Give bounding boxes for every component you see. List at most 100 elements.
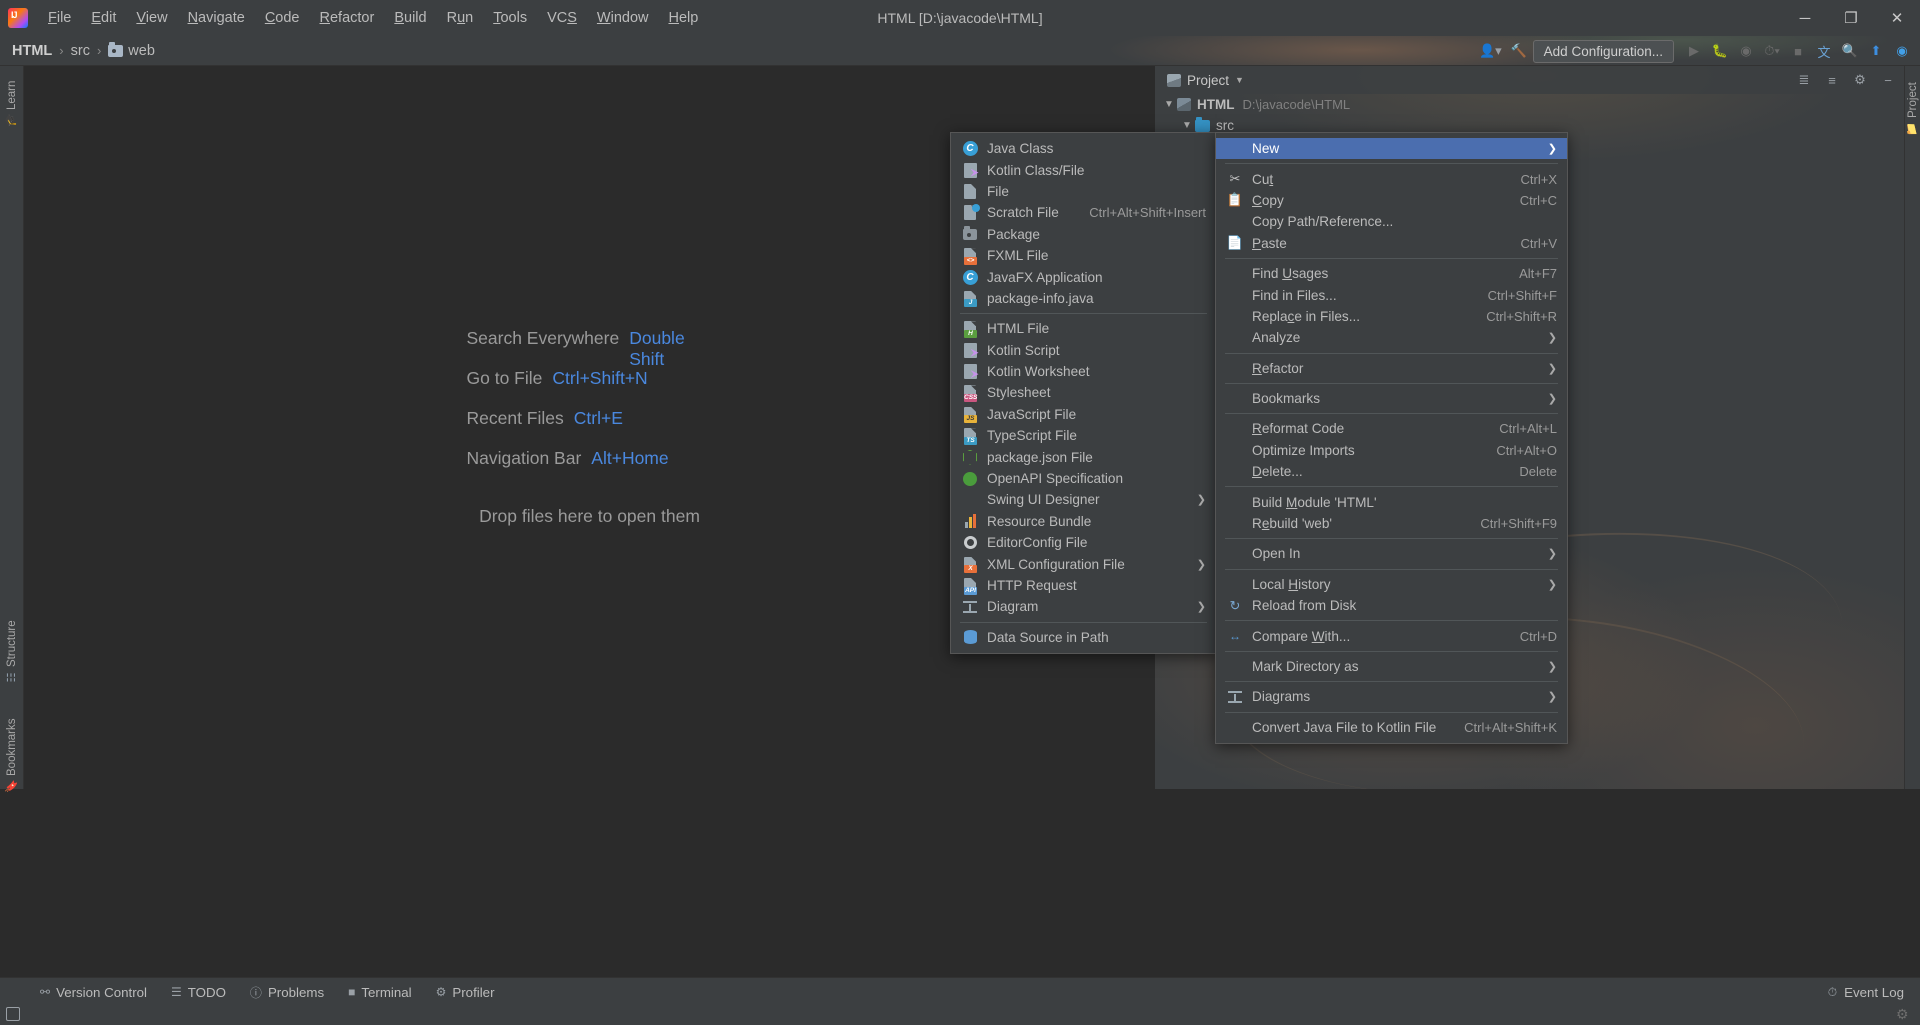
ide-feature-icon[interactable]: ◉ <box>1890 39 1914 63</box>
sidebar-item-project[interactable]: 📁 Project <box>1905 72 1920 146</box>
sidebar-item-bookmarks[interactable]: 🔖 Bookmarks <box>0 706 24 806</box>
breadcrumb-src[interactable]: src <box>71 43 90 59</box>
context-menu-item-mark-directory-as[interactable]: Mark Directory as ❯ <box>1216 656 1567 677</box>
menu-item-fxml-file[interactable]: <> FXML File <box>951 245 1216 266</box>
update-icon[interactable]: ⬆ <box>1864 39 1888 63</box>
menu-file[interactable]: File <box>38 0 81 36</box>
context-menu-item-open-in[interactable]: Open In ❯ <box>1216 543 1567 564</box>
context-menu-item-find-usages[interactable]: Find Usages Alt+F7 <box>1216 263 1567 284</box>
translate-icon[interactable]: 文 <box>1812 39 1836 63</box>
settings-indicator-icon[interactable]: ⚙ <box>1896 1006 1912 1022</box>
context-menu-item-rebuild[interactable]: Rebuild 'web' Ctrl+Shift+F9 <box>1216 513 1567 534</box>
status-item-version-control[interactable]: ⚯ Version Control <box>30 980 157 1004</box>
chevron-down-icon[interactable]: ▼ <box>1235 75 1244 85</box>
menu-item-scratch-file[interactable]: Scratch File Ctrl+Alt+Shift+Insert <box>951 202 1216 223</box>
context-menu-item-local-history[interactable]: Local History ❯ <box>1216 574 1567 595</box>
menu-run[interactable]: Run <box>437 0 484 36</box>
menu-item-openapi-specification[interactable]: OpenAPI Specification <box>951 468 1216 489</box>
menu-edit[interactable]: Edit <box>81 0 126 36</box>
context-menu-item-analyze[interactable]: Analyze ❯ <box>1216 327 1567 348</box>
project-panel-title[interactable]: Project ▼ <box>1155 73 1244 88</box>
menu-item-package-info-java[interactable]: J package-info.java <box>951 288 1216 309</box>
run-icon[interactable]: ▶ <box>1682 39 1706 63</box>
menu-item-diagram[interactable]: Diagram ❯ <box>951 596 1216 617</box>
chevron-down-icon[interactable]: ▼ <box>1179 120 1195 131</box>
breadcrumb[interactable]: HTML › src › web <box>0 41 155 59</box>
context-menu-item-compare-with[interactable]: ↔ Compare With... Ctrl+D <box>1216 625 1567 646</box>
add-configuration-button[interactable]: Add Configuration... <box>1532 39 1674 63</box>
project-tree[interactable]: ▼ HTML D:\javacode\HTML ▼ src <box>1155 94 1904 136</box>
context-menu-item-copy[interactable]: 📋 Copy Ctrl+C <box>1216 190 1567 211</box>
run-with-coverage-icon[interactable]: ◉ <box>1734 39 1758 63</box>
context-menu-item-reformat-code[interactable]: Reformat Code Ctrl+Alt+L <box>1216 418 1567 439</box>
context-menu-item-replace-in-files[interactable]: Replace in Files... Ctrl+Shift+R <box>1216 306 1567 327</box>
menu-item-stylesheet[interactable]: CSS Stylesheet <box>951 382 1216 403</box>
hide-panel-icon[interactable]: − <box>1878 73 1898 88</box>
minimize-button[interactable]: ─ <box>1782 0 1828 36</box>
menu-item-swing-ui-designer[interactable]: Swing UI Designer ❯ <box>951 489 1216 510</box>
chevron-down-icon[interactable]: ▼ <box>1161 99 1177 110</box>
build-hammer-icon[interactable]: 🔨 <box>1507 39 1531 63</box>
close-button[interactable]: ✕ <box>1874 0 1920 36</box>
status-item-problems[interactable]: ⓘ Problems <box>240 980 334 1004</box>
menu-item-kotlin-script[interactable]: Kotlin Script <box>951 340 1216 361</box>
menu-item-package[interactable]: Package <box>951 224 1216 245</box>
context-menu-item-copy-path-reference[interactable]: Copy Path/Reference... <box>1216 211 1567 232</box>
menu-item-javascript-file[interactable]: JS JavaScript File <box>951 404 1216 425</box>
layout-toggle-icon[interactable] <box>6 1007 20 1021</box>
menu-help[interactable]: Help <box>658 0 708 36</box>
menu-item-typescript-file[interactable]: TS TypeScript File <box>951 425 1216 446</box>
menu-tools[interactable]: Tools <box>483 0 537 36</box>
context-menu-item-delete[interactable]: Delete... Delete <box>1216 461 1567 482</box>
status-bar-right[interactable]: ⏱ Event Log <box>1828 978 1910 1006</box>
menu-item-kotlin-class-file[interactable]: Kotlin Class/File <box>951 159 1216 180</box>
menu-vcs[interactable]: VCS <box>537 0 587 36</box>
profile-icon[interactable]: ⏱▾ <box>1760 39 1784 63</box>
menu-item-resource-bundle[interactable]: Resource Bundle <box>951 511 1216 532</box>
debug-icon[interactable]: 🐛 <box>1708 39 1732 63</box>
menu-item-file[interactable]: File <box>951 181 1216 202</box>
status-item-profiler[interactable]: ⚙ Profiler <box>426 980 505 1004</box>
context-menu-item-diagrams[interactable]: Diagrams ❯ <box>1216 686 1567 707</box>
context-menu-item-optimize-imports[interactable]: Optimize Imports Ctrl+Alt+O <box>1216 440 1567 461</box>
breadcrumb-html[interactable]: HTML <box>12 43 52 59</box>
tree-node-html-module[interactable]: ▼ HTML D:\javacode\HTML <box>1155 94 1904 115</box>
user-account-icon[interactable]: 👤▾ <box>1476 39 1505 63</box>
context-menu-item-build-module[interactable]: Build Module 'HTML' <box>1216 491 1567 512</box>
sidebar-item-learn[interactable]: 🎓 Learn <box>0 72 24 136</box>
settings-gear-icon[interactable]: ⚙ <box>1850 72 1870 88</box>
menu-item-xml-configuration-file[interactable]: X XML Configuration File ❯ <box>951 553 1216 574</box>
project-context-menu[interactable]: New ❯ ✂ Cut Ctrl+X 📋 Copy Ctrl+C Copy Pa… <box>1215 132 1568 744</box>
menu-code[interactable]: Code <box>255 0 310 36</box>
menu-build[interactable]: Build <box>384 0 436 36</box>
context-menu-item-find-in-files[interactable]: Find in Files... Ctrl+Shift+F <box>1216 284 1567 305</box>
menu-item-java-class[interactable]: C Java Class <box>951 138 1216 159</box>
context-menu-item-reload-from-disk[interactable]: ↻ Reload from Disk <box>1216 595 1567 616</box>
main-menu-bar[interactable]: File Edit View Navigate Code Refactor Bu… <box>38 0 708 36</box>
maximize-button[interactable]: ❐ <box>1828 0 1874 36</box>
collapse-all-icon[interactable]: ≡ <box>1822 73 1842 88</box>
context-menu-item-convert-java-to-kotlin[interactable]: Convert Java File to Kotlin File Ctrl+Al… <box>1216 717 1567 738</box>
menu-item-javafx-application[interactable]: C JavaFX Application <box>951 266 1216 287</box>
menu-window[interactable]: Window <box>587 0 659 36</box>
menu-item-data-source-in-path[interactable]: Data Source in Path <box>951 627 1216 648</box>
search-icon[interactable]: 🔍 <box>1838 39 1862 63</box>
context-menu-item-new[interactable]: New ❯ <box>1216 138 1567 160</box>
context-menu-item-refactor[interactable]: Refactor ❯ <box>1216 358 1567 379</box>
menu-item-http-request[interactable]: API HTTP Request <box>951 575 1216 596</box>
menu-item-package-json-file[interactable]: package.json File <box>951 446 1216 467</box>
sidebar-item-structure[interactable]: ☷ Structure <box>0 606 24 698</box>
context-menu-item-paste[interactable]: 📄 Paste Ctrl+V <box>1216 233 1567 254</box>
context-menu-item-bookmarks[interactable]: Bookmarks ❯ <box>1216 388 1567 409</box>
expand-all-icon[interactable]: ≣ <box>1794 72 1814 88</box>
menu-refactor[interactable]: Refactor <box>310 0 385 36</box>
menu-view[interactable]: View <box>126 0 177 36</box>
breadcrumb-web[interactable]: web <box>108 41 155 59</box>
status-item-terminal[interactable]: ■ Terminal <box>338 980 422 1004</box>
menu-item-editorconfig-file[interactable]: EditorConfig File <box>951 532 1216 553</box>
menu-item-html-file[interactable]: H HTML File <box>951 318 1216 339</box>
context-menu-item-cut[interactable]: ✂ Cut Ctrl+X <box>1216 168 1567 189</box>
menu-navigate[interactable]: Navigate <box>178 0 255 36</box>
menu-item-kotlin-worksheet[interactable]: Kotlin Worksheet <box>951 361 1216 382</box>
stop-icon[interactable]: ■ <box>1786 39 1810 63</box>
